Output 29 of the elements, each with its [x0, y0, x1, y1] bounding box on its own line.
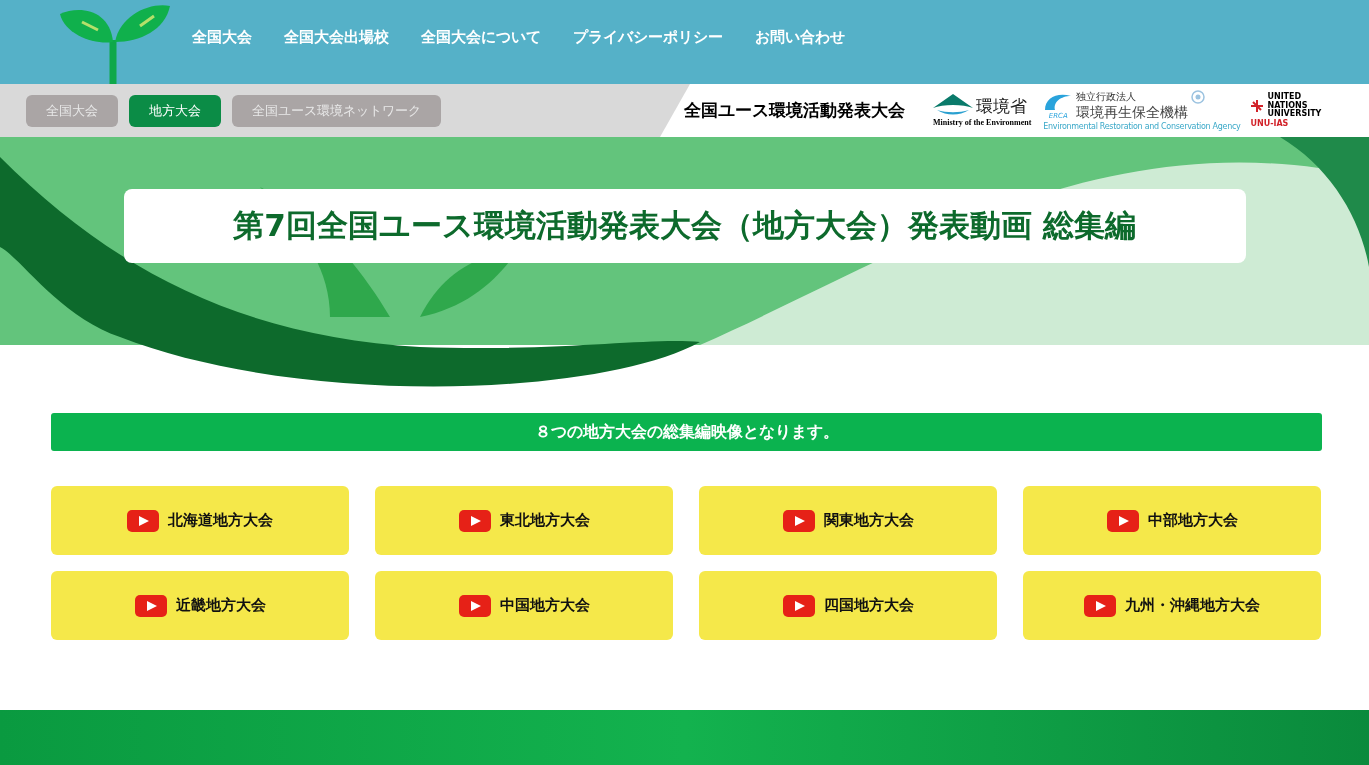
- video-link-button[interactable]: 北海道地方大会: [51, 486, 349, 555]
- play-icon: [782, 594, 815, 617]
- play-icon: [458, 509, 491, 532]
- logo-text: UNITED NATIONS UNIVERSITY: [1267, 93, 1323, 119]
- play-icon: [134, 594, 167, 617]
- video-link-button[interactable]: 九州・沖縄地方大会: [1023, 571, 1321, 640]
- play-icon: [1106, 509, 1139, 532]
- logo-text: 環境再生保全機構: [1076, 104, 1189, 122]
- logo-text: 環境省: [976, 94, 1027, 118]
- play-icon: [127, 509, 159, 532]
- university-logo-icon: [1250, 99, 1265, 113]
- play-icon: [1084, 594, 1116, 617]
- intro-text: ８つの地方大会の総集編映像となります。: [534, 421, 839, 443]
- logo-caption: Ministry of the Environment: [933, 118, 1032, 127]
- globe-emblem-icon: [1191, 90, 1206, 104]
- site-title: 全国ユース環境活動発表大会: [684, 99, 905, 122]
- logo-caption: 独立行政法人: [1076, 90, 1138, 104]
- subnav-tab[interactable]: 地方大会: [129, 94, 221, 127]
- video-link-button[interactable]: 四国地方大会: [699, 571, 997, 640]
- video-link-button[interactable]: 関東地方大会: [699, 486, 997, 555]
- play-icon: [782, 509, 815, 532]
- video-link-button[interactable]: 中国地方大会: [375, 571, 673, 640]
- video-link-button[interactable]: 近畿地方大会: [51, 571, 349, 640]
- logo-abbreviation: UNU-IAS: [1250, 118, 1290, 128]
- video-link-button[interactable]: 中部地方大会: [1023, 486, 1321, 555]
- play-icon: [458, 594, 491, 617]
- logo-caption: Environmental Restoration and Conservation Agency: [1043, 122, 1241, 131]
- video-link-button[interactable]: 東北地方大会: [375, 486, 673, 555]
- page-title: 第7回全国ユース環境活動発表大会（地方大会）発表動画 総集編: [233, 206, 1136, 245]
